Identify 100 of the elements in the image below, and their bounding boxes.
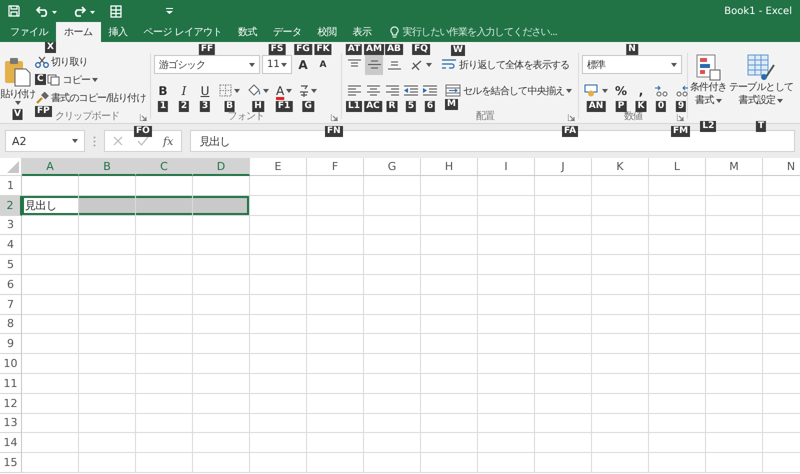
table-cell[interactable] (649, 394, 706, 414)
table-cell[interactable] (364, 414, 421, 434)
table-cell[interactable] (421, 176, 478, 196)
table-cell[interactable] (706, 294, 763, 315)
row-header[interactable]: 15 (0, 453, 22, 473)
table-cell[interactable] (250, 294, 307, 315)
column-header[interactable]: L (649, 158, 706, 176)
customize-icon[interactable] (166, 8, 173, 14)
format-painter-button[interactable]: 書式のコピー/貼り付け (35, 89, 146, 106)
table-cell[interactable] (193, 294, 250, 315)
table-cell[interactable] (592, 314, 649, 334)
table-cell[interactable] (421, 374, 478, 394)
table-cell[interactable] (22, 334, 79, 354)
cut-button[interactable]: 切り取り (35, 53, 88, 70)
table-cell[interactable] (535, 274, 592, 295)
insert-function-button[interactable]: fx (163, 134, 174, 148)
conditional-formatting-button[interactable]: 条件付き 書式 (690, 53, 727, 107)
table-cell[interactable] (421, 334, 478, 354)
row-header[interactable]: 8 (0, 314, 22, 334)
grow-font-button[interactable]: A (294, 54, 312, 74)
vertical-align-button[interactable] (365, 54, 383, 74)
table-cell[interactable] (307, 274, 364, 295)
table-cell[interactable] (592, 255, 649, 275)
table-cell[interactable] (706, 374, 763, 394)
table-cell[interactable] (478, 453, 535, 473)
ribbon-tab[interactable]: 校閲 (310, 22, 345, 42)
table-cell[interactable] (478, 374, 535, 394)
ribbon-tab[interactable]: 数式 (230, 22, 266, 42)
row-header[interactable]: 7 (0, 294, 22, 315)
table-cell[interactable] (478, 216, 535, 236)
table-cell[interactable] (193, 274, 250, 295)
table-cell[interactable] (193, 235, 250, 256)
table-cell[interactable] (250, 354, 307, 374)
italic-button[interactable]: I (175, 80, 193, 100)
table-cell[interactable] (649, 453, 706, 473)
table-cell[interactable] (250, 433, 307, 454)
table-cell[interactable] (193, 414, 250, 434)
copy-button[interactable]: コピー (46, 71, 98, 88)
column-header[interactable]: K (592, 158, 649, 176)
table-cell[interactable] (592, 433, 649, 454)
table-cell[interactable] (250, 255, 307, 275)
table-cell[interactable] (79, 414, 136, 434)
table-cell[interactable] (421, 453, 478, 473)
table-cell[interactable] (193, 314, 250, 334)
table-cell[interactable] (307, 374, 364, 394)
table-cell[interactable] (478, 255, 535, 275)
table-cell[interactable] (307, 334, 364, 354)
table-cell[interactable] (421, 294, 478, 315)
table-cell[interactable] (535, 216, 592, 236)
table-cell[interactable] (649, 176, 706, 196)
table-cell[interactable] (421, 394, 478, 414)
table-cell[interactable] (421, 354, 478, 374)
table-cell[interactable] (649, 414, 706, 434)
table-cell[interactable] (136, 314, 193, 334)
table-cell[interactable] (364, 314, 421, 334)
table-cell[interactable] (136, 274, 193, 295)
format-as-table-button[interactable]: テーブルとして 書式設定 (728, 53, 794, 107)
dialog-launcher[interactable] (568, 114, 575, 121)
table-cell[interactable] (535, 433, 592, 454)
table-cell[interactable] (478, 294, 535, 315)
table-cell[interactable] (136, 255, 193, 275)
table-cell[interactable] (649, 334, 706, 354)
table-cell[interactable] (478, 176, 535, 196)
table-cell[interactable] (364, 235, 421, 256)
row-header[interactable]: 13 (0, 414, 22, 434)
table-cell[interactable] (649, 216, 706, 236)
table-cell[interactable] (136, 354, 193, 374)
wrap-text-button[interactable]: 折り返して全体を表示する (441, 56, 570, 73)
table-cell[interactable] (79, 314, 136, 334)
table-cell[interactable] (136, 294, 193, 315)
comma-button[interactable]: , (632, 80, 650, 100)
column-header[interactable]: F (307, 158, 364, 176)
table-cell[interactable] (478, 433, 535, 454)
table-cell[interactable] (592, 294, 649, 315)
table-cell[interactable] (649, 274, 706, 295)
table-cell[interactable] (79, 196, 136, 216)
table-cell[interactable] (421, 414, 478, 434)
table-cell[interactable] (421, 235, 478, 256)
table-cell[interactable] (649, 255, 706, 275)
table-cell[interactable] (193, 354, 250, 374)
table-cell[interactable] (193, 374, 250, 394)
table-cell[interactable] (193, 216, 250, 236)
underline-button[interactable]: U (196, 80, 214, 100)
enter-icon[interactable] (137, 136, 149, 146)
table-cell[interactable] (706, 433, 763, 454)
table-cell[interactable] (136, 235, 193, 256)
ribbon-tab[interactable]: ホーム (56, 22, 100, 42)
table-cell[interactable] (250, 176, 307, 196)
table-cell[interactable] (535, 354, 592, 374)
table-cell[interactable] (22, 294, 79, 315)
table-cell[interactable] (22, 394, 79, 414)
shrink-font-button[interactable]: A (314, 54, 332, 74)
select-all-corner[interactable] (0, 158, 22, 176)
table-cell[interactable] (535, 255, 592, 275)
table-cell[interactable] (535, 196, 592, 216)
table-cell[interactable] (307, 453, 364, 473)
table-cell[interactable] (364, 433, 421, 454)
column-header[interactable]: E (250, 158, 307, 176)
table-cell[interactable] (649, 314, 706, 334)
table-cell[interactable] (22, 433, 79, 454)
